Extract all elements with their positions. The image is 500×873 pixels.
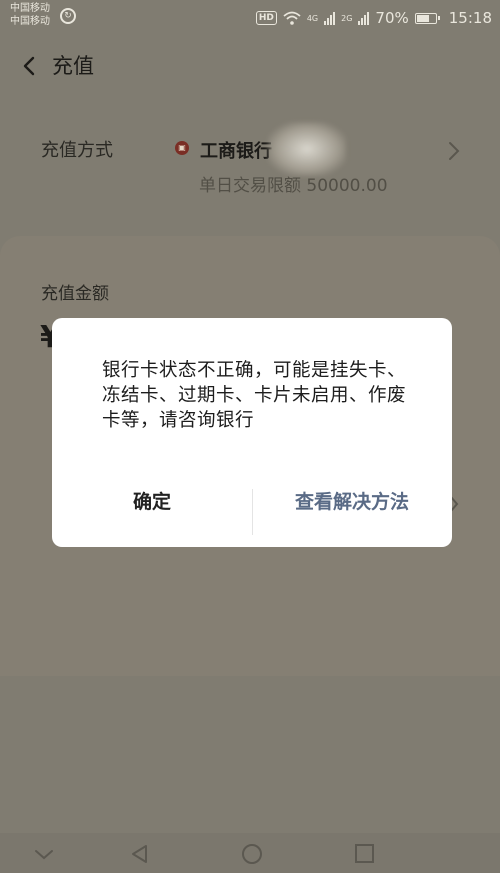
payment-method-label: 充值方式 xyxy=(41,140,113,161)
amount-label: 充值金额 xyxy=(41,284,109,304)
signal-bars-icon-2 xyxy=(358,11,370,25)
app-header: 充值 xyxy=(0,36,500,96)
battery-percent: 70% xyxy=(375,9,409,27)
chevron-left-icon[interactable] xyxy=(18,52,42,80)
carrier-2: 中国移动 xyxy=(10,16,50,27)
hd-badge: HD xyxy=(255,11,277,25)
sync-icon: ↻ xyxy=(60,8,76,24)
dialog-message: 银行卡状态不正确，可能是挂失卡、冻结卡、过期卡、卡片未启用、作废卡等，请咨询银行 xyxy=(102,360,407,431)
redacted-card-number xyxy=(268,122,346,176)
status-bar: 中国移动 中国移动 ↻ HD 4G 2G 70% 15:18 xyxy=(0,0,500,36)
wifi-icon xyxy=(283,11,301,25)
dialog-button-row: 确定 查看解决方法 xyxy=(52,477,452,547)
clock: 15:18 xyxy=(448,9,492,27)
bank-logo-icon: ▣ xyxy=(175,141,189,155)
confirm-button[interactable]: 确定 xyxy=(52,477,252,547)
signal-bars-icon xyxy=(324,11,336,25)
carrier-1: 中国移动 xyxy=(10,3,50,14)
view-solution-button[interactable]: 查看解决方法 xyxy=(252,477,452,547)
chevron-right-icon xyxy=(449,142,460,160)
bank-name: 工商银行 xyxy=(200,141,272,162)
payment-method-row[interactable]: 充值方式 ▣ 工商银行 单日交易限额 50000.00 xyxy=(0,110,500,220)
chevron-down-icon[interactable] xyxy=(32,843,56,865)
network-4g-label: 4G xyxy=(306,13,319,23)
home-circle-icon[interactable] xyxy=(240,843,264,865)
carrier-info: 中国移动 中国移动 xyxy=(10,2,50,28)
recents-square-icon[interactable] xyxy=(352,843,376,865)
daily-limit: 单日交易限额 50000.00 xyxy=(199,176,388,196)
battery-icon xyxy=(414,12,440,24)
network-2g-label: 2G xyxy=(341,13,353,23)
status-indicators: HD 4G 2G 70% 15:18 xyxy=(255,8,492,28)
page-title: 充值 xyxy=(52,54,94,78)
back-triangle-icon[interactable] xyxy=(128,843,152,865)
system-nav-bar xyxy=(0,833,500,873)
error-dialog: 银行卡状态不正确，可能是挂失卡、冻结卡、过期卡、卡片未启用、作废卡等，请咨询银行… xyxy=(52,318,452,547)
